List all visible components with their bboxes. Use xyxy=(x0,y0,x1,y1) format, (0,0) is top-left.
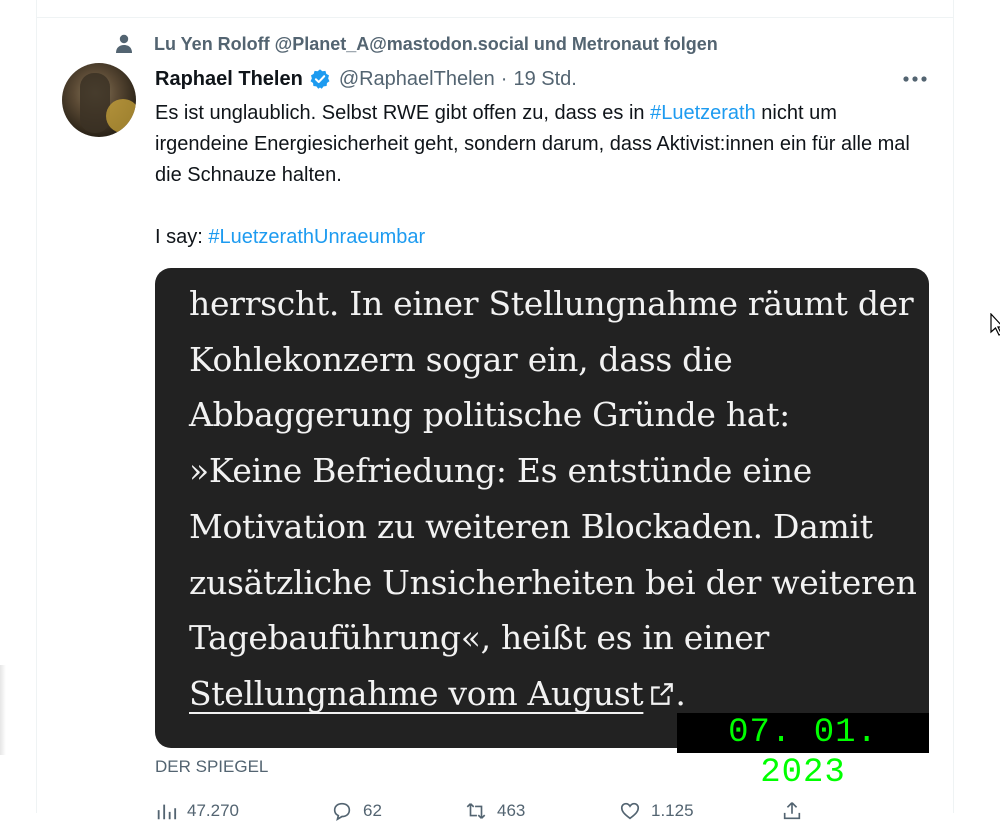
hashtag-link[interactable]: #Luetzerath xyxy=(650,102,756,124)
image-text-period: . xyxy=(675,673,686,713)
image-link-text: Stellungnahme vom August xyxy=(189,674,675,713)
date-stamp: 07. 01. 2023 xyxy=(677,713,929,792)
social-context[interactable]: Lu Yen Roloff @Planet_A@mastodon.social … xyxy=(112,30,718,58)
image-text-line: herrscht. In einer Stellungnahme räumt d… xyxy=(189,284,914,323)
author-handle[interactable]: @RaphaelThelen xyxy=(339,68,495,91)
more-options-button[interactable] xyxy=(900,66,930,92)
external-link-icon xyxy=(651,683,674,705)
image-text-line: »Keine Befriedung: Es entstünde eine xyxy=(189,451,813,491)
image-text-line: zusätzliche Unsicherheiten bei der weite… xyxy=(189,562,917,602)
avatar[interactable] xyxy=(62,63,136,137)
tweet-header: Raphael Thelen @RaphaelThelen · 19 Std. xyxy=(155,64,577,94)
tweet-text-part: Es ist unglaublich. Selbst RWE gibt offe… xyxy=(155,102,651,124)
reply-button[interactable]: 62 xyxy=(331,800,382,822)
person-icon xyxy=(116,34,132,53)
verified-badge-icon xyxy=(310,69,330,89)
image-text-line: Kohlekonzern sogar ein, dass die xyxy=(189,339,733,379)
reply-count: 62 xyxy=(363,801,382,820)
author-name[interactable]: Raphael Thelen xyxy=(155,68,303,91)
views-button[interactable]: 47.270 xyxy=(155,800,239,822)
tweet-timestamp[interactable]: 19 Std. xyxy=(513,68,576,91)
image-text-line: Motivation zu weiteren Blockaden. Damit xyxy=(189,506,873,546)
mouse-cursor-icon xyxy=(990,313,1000,336)
like-button[interactable]: 1.125 xyxy=(619,800,694,822)
image-source-label: DER SPIEGEL xyxy=(155,757,269,776)
more-icon xyxy=(903,76,927,82)
tweet-paragraph: I say: #LuetzerathUnraeumbar xyxy=(155,222,925,253)
like-count: 1.125 xyxy=(651,801,694,820)
retweet-icon xyxy=(466,803,486,819)
image-text-line: Abbaggerung politische Gründe hat: xyxy=(189,395,790,435)
reply-icon xyxy=(333,802,351,821)
avatar-highlight xyxy=(106,99,136,133)
tweet-paragraph: Es ist unglaublich. Selbst RWE gibt offe… xyxy=(155,98,925,191)
share-button[interactable] xyxy=(781,800,803,822)
image-text: herrscht. In einer Stellungnahme räumt d… xyxy=(189,276,917,722)
tweet-text-part: I say: xyxy=(155,226,209,248)
avatar-figure xyxy=(80,73,110,133)
tweet-divider xyxy=(37,17,953,18)
views-icon xyxy=(157,804,177,820)
edge-shadow xyxy=(0,665,6,755)
retweet-count: 463 xyxy=(497,801,526,820)
header-separator: · xyxy=(500,67,508,90)
tweet-image[interactable]: herrscht. In einer Stellungnahme räumt d… xyxy=(155,268,929,748)
image-text-line: Tagebauführung«, heißt es in einer xyxy=(189,618,769,658)
share-icon xyxy=(783,802,801,820)
timeline-border-right xyxy=(953,0,954,813)
timeline-border-left xyxy=(36,0,37,813)
image-link-label: Stellungnahme vom August xyxy=(189,673,644,713)
tweet-text: Es ist unglaublich. Selbst RWE gibt offe… xyxy=(155,98,925,253)
tweet-actions: 47.270 62 463 1.125 xyxy=(155,800,815,826)
social-context-text: Lu Yen Roloff @Planet_A@mastodon.social … xyxy=(154,33,718,54)
retweet-button[interactable]: 463 xyxy=(465,800,525,822)
heart-icon xyxy=(620,802,640,820)
hashtag-link[interactable]: #LuetzerathUnraeumbar xyxy=(208,226,425,248)
views-count: 47.270 xyxy=(187,801,239,820)
